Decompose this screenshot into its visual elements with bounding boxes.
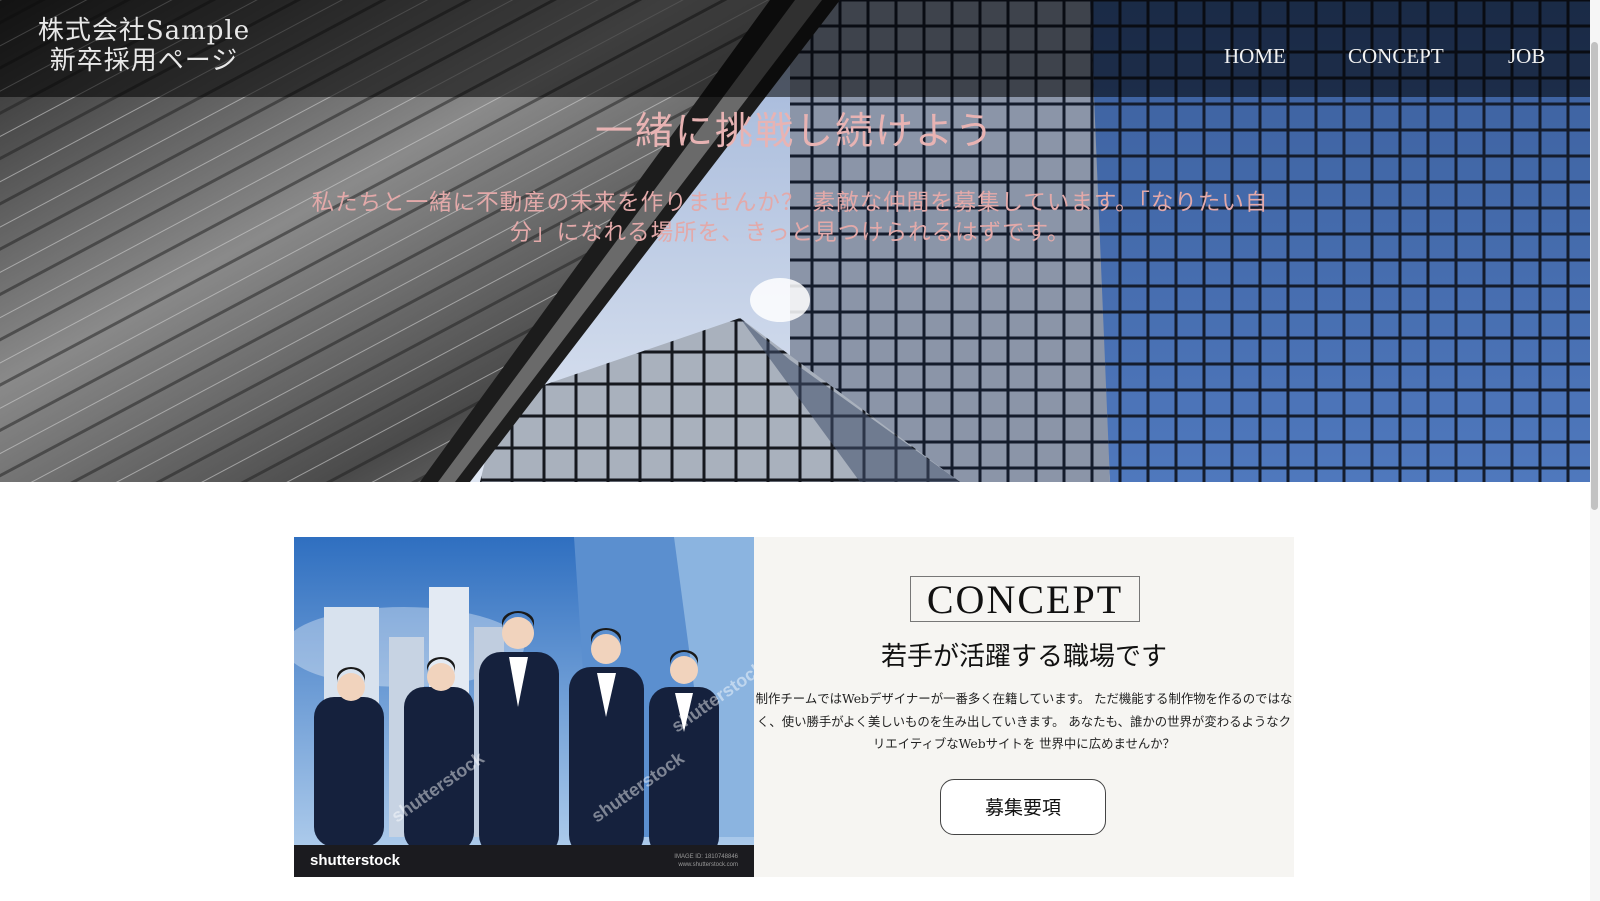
logo-line-page: 新卒採用ページ bbox=[49, 46, 239, 76]
stock-photo-footer: shutterstock IMAGE ID: 1810748846 www.sh… bbox=[294, 845, 754, 877]
stock-photo-site: www.shutterstock.com bbox=[678, 862, 738, 868]
hero-description: 私たちと一緒に不動産の未来を作りませんか？ 素敵な仲間を募集しています。「なりた… bbox=[311, 190, 1269, 246]
company-logo[interactable]: 株式会社Sample 新卒採用ページ bbox=[24, 16, 264, 76]
page-scrollbar-thumb[interactable] bbox=[1591, 42, 1598, 510]
stock-photo-id-label: IMAGE ID: 1810748846 bbox=[674, 854, 738, 860]
stock-photo-logo: shutterstock bbox=[310, 852, 401, 869]
recruitment-info-button[interactable]: 募集要項 bbox=[940, 779, 1106, 835]
stock-photo-id: IMAGE ID: 1810748846 www.shutterstock.co… bbox=[674, 853, 738, 869]
logo-line-company: 株式会社Sample bbox=[37, 16, 251, 46]
hero-section: 株式会社Sample 新卒採用ページ HOME CONCEPT JOB 一緒に挑… bbox=[0, 0, 1590, 482]
nav-link-job[interactable]: JOB bbox=[1508, 44, 1545, 69]
concept-description: 制作チームではWebデザイナーが一番多く在籍しています。 ただ機能する制作物を作… bbox=[755, 691, 1293, 751]
concept-heading: 若手が活躍する職場です bbox=[880, 642, 1167, 672]
nav-link-concept[interactable]: CONCEPT bbox=[1348, 44, 1444, 69]
nav-link-home[interactable]: HOME bbox=[1224, 44, 1286, 69]
concept-title: CONCEPT bbox=[910, 576, 1140, 622]
team-photo: shutterstock shutterstock shutterstock s… bbox=[294, 537, 754, 877]
hero-title: 一緒に挑戦し続けよう bbox=[594, 109, 995, 153]
